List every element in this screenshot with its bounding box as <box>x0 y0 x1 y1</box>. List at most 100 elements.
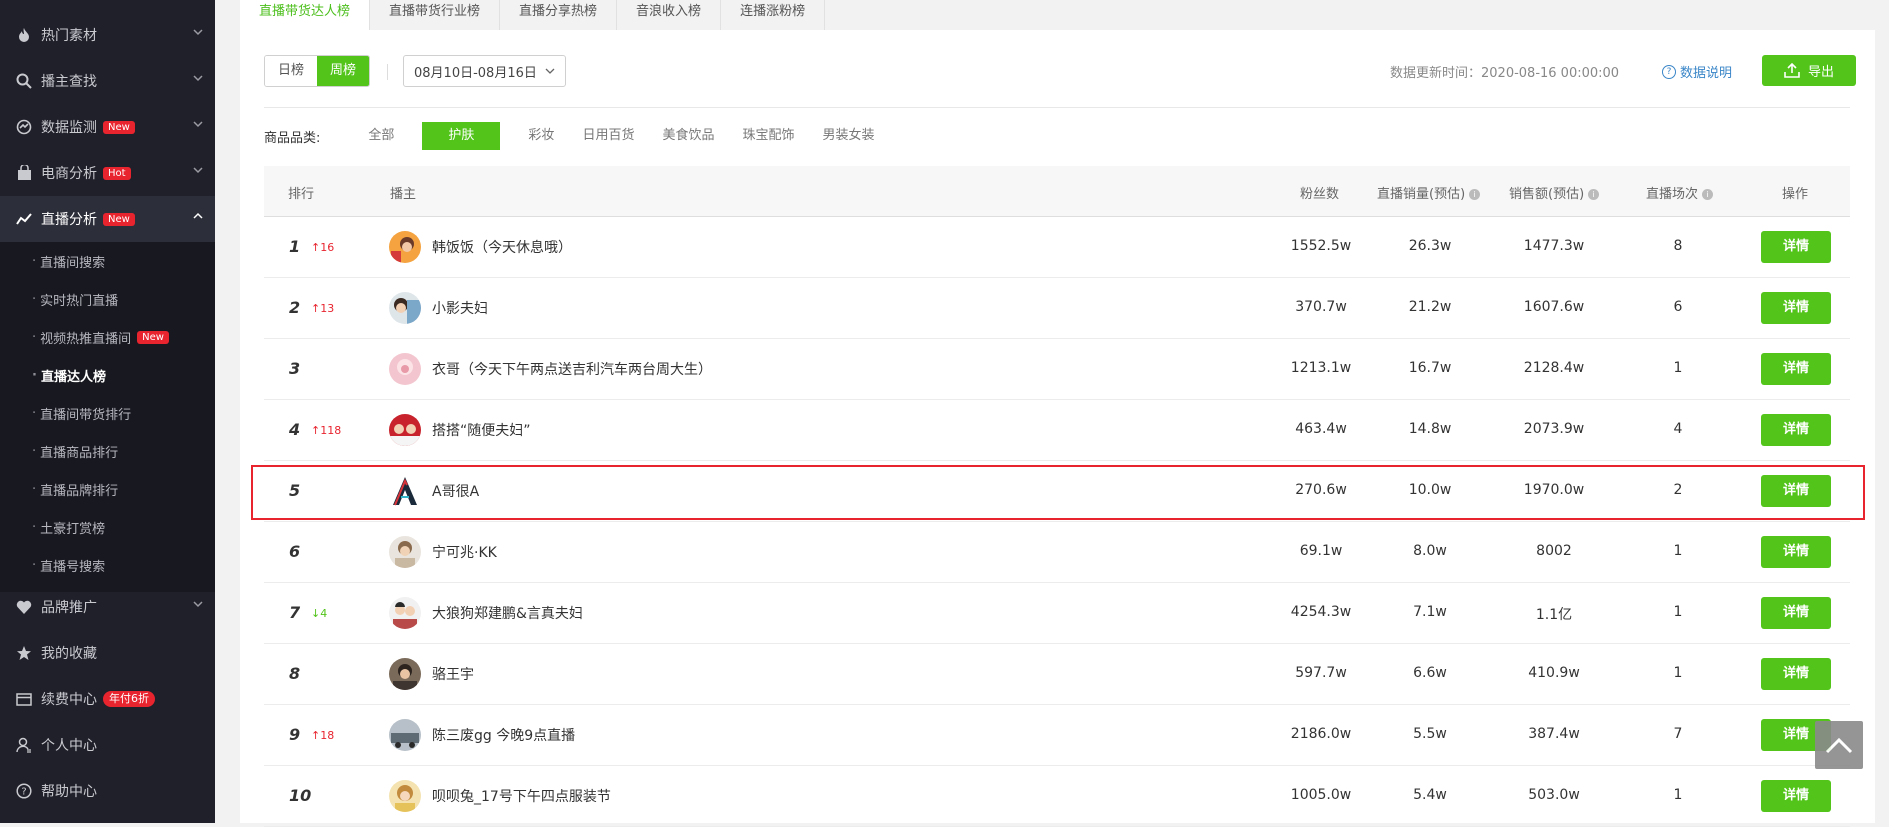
detail-button[interactable]: 详情 <box>1761 597 1831 629</box>
header-action: 操作 <box>1782 187 1809 202</box>
anchor-name[interactable]: 骆王宇 <box>432 664 474 684</box>
avatar[interactable] <box>389 414 421 446</box>
chevron-down-icon <box>545 68 555 74</box>
tab-fan-growth[interactable]: 连播涨粉榜 <box>721 0 826 30</box>
sidebar-item-hot-material[interactable]: 热门素材 <box>0 12 215 58</box>
avatar[interactable] <box>389 719 421 751</box>
category-jewelry[interactable]: 珠宝配饰 <box>728 122 808 150</box>
tab-live-goods-talent[interactable]: 直播带货达人榜 <box>240 0 371 30</box>
anchor-name[interactable]: 呗呗兔_17号下午四点服装节 <box>432 786 611 806</box>
sidebar-item-my-favorites[interactable]: 我的收藏 <box>0 630 215 676</box>
sales-revenue: 8002 <box>1536 543 1572 559</box>
avatar[interactable] <box>389 475 421 507</box>
sales-revenue: 1970.0w <box>1523 482 1585 498</box>
anchor-name[interactable]: 陈三废gg 今晚9点直播 <box>432 725 575 745</box>
avatar[interactable] <box>389 658 421 690</box>
svg-text:?: ? <box>21 787 26 798</box>
avatar[interactable] <box>389 780 421 812</box>
info-icon[interactable]: i <box>1702 189 1714 200</box>
tab-live-goods-industry[interactable]: 直播带货行业榜 <box>370 0 501 30</box>
detail-button[interactable]: 详情 <box>1761 475 1831 507</box>
anchor-name[interactable]: 韩饭饭（今天休息哦） <box>432 237 572 257</box>
anchor-name[interactable]: 大狼狗郑建鹏&言真夫妇 <box>432 603 583 623</box>
detail-button[interactable]: 详情 <box>1761 231 1831 263</box>
anchor-name[interactable]: 宁可兆·KK <box>432 542 497 562</box>
sidebar-item-personal-center[interactable]: 个人中心 <box>0 722 215 768</box>
talent-rank-table: 排行 播主 粉丝数 直播销量(预估) i 销售额(预估) i 直播场次 i 操作 1 … <box>264 166 1850 827</box>
sidebar-item-brand-promotion[interactable]: 品牌推广 <box>0 584 215 630</box>
header-revenue[interactable]: 销售额(预估) i <box>1509 183 1600 202</box>
sub-item-tipping-rank[interactable]: 土豪打赏榜 <box>0 508 215 546</box>
chevron-down-icon <box>193 75 203 82</box>
detail-button[interactable]: 详情 <box>1761 414 1831 446</box>
sub-item-live-room-search[interactable]: 直播间搜索 <box>0 242 215 280</box>
anchor-name[interactable]: 小影夫妇 <box>432 298 488 318</box>
rank-change: ↑18 <box>311 729 335 742</box>
category-makeup[interactable]: 彩妆 <box>514 122 568 150</box>
avatar[interactable] <box>389 353 421 385</box>
anchor-name[interactable]: A哥很A <box>432 481 479 501</box>
detail-button[interactable]: 详情 <box>1761 536 1831 568</box>
avatar[interactable] <box>389 536 421 568</box>
live-sessions: 7 <box>1673 726 1683 742</box>
sidebar-item-data-monitor[interactable]: 数据监测 New <box>0 104 215 150</box>
header-sales[interactable]: 直播销量(预估) i <box>1377 183 1481 202</box>
date-range-picker[interactable]: 08月10日-08月16日 <box>403 55 566 87</box>
info-icon[interactable]: i <box>1469 189 1481 200</box>
card-icon <box>15 690 33 708</box>
trend-icon <box>15 210 33 228</box>
data-note-link[interactable]: ? 数据说明 <box>1662 62 1732 81</box>
sub-item-live-room-goods-rank[interactable]: 直播间带货排行 <box>0 394 215 432</box>
discount-badge: 年付6折 <box>103 691 155 707</box>
info-icon[interactable]: i <box>1588 189 1600 200</box>
header-sessions[interactable]: 直播场次 i <box>1646 183 1714 202</box>
sales-volume: 6.6w <box>1413 665 1447 681</box>
category-daily-goods[interactable]: 日用百货 <box>568 122 648 150</box>
detail-button[interactable]: 详情 <box>1761 353 1831 385</box>
star-icon <box>15 644 33 662</box>
sub-item-live-account-search[interactable]: 直播号搜索 <box>0 546 215 584</box>
category-food-drink[interactable]: 美食饮品 <box>648 122 728 150</box>
fire-icon <box>15 26 33 44</box>
sub-item-video-hot-live[interactable]: 视频热推直播间New <box>0 318 215 356</box>
avatar[interactable] <box>389 231 421 263</box>
avatar[interactable] <box>389 597 421 629</box>
detail-button[interactable]: 详情 <box>1761 780 1831 812</box>
sub-item-realtime-hot-live[interactable]: 实时热门直播 <box>0 280 215 318</box>
day-rank-button[interactable]: 日榜 <box>265 56 318 86</box>
tab-sound-wave-income[interactable]: 音浪收入榜 <box>617 0 722 30</box>
sidebar-item-help-center[interactable]: ? 帮助中心 <box>0 768 215 814</box>
sub-item-live-talent-rank[interactable]: 直播达人榜 <box>0 356 215 394</box>
fans-count: 1552.5w <box>1290 238 1352 254</box>
sub-item-live-brand-rank[interactable]: 直播品牌排行 <box>0 470 215 508</box>
table-row: 2 ↑13 小影夫妇 370.7w 21.2w 1607.6w 6 详情 <box>264 278 1850 339</box>
table-row: 8 骆王宇 597.7w 6.6w 410.9w 1 详情 <box>264 644 1850 705</box>
category-clothing[interactable]: 男装女装 <box>808 122 888 150</box>
sidebar-item-ecommerce[interactable]: 电商分析 Hot <box>0 150 215 196</box>
rank-number: 6 <box>289 542 301 561</box>
upload-icon <box>1784 63 1800 78</box>
detail-button[interactable]: 详情 <box>1761 658 1831 690</box>
sales-volume: 7.1w <box>1413 604 1447 620</box>
anchor-name[interactable]: 衣哥（今天下午两点送吉利汽车两台周大生） <box>432 359 712 379</box>
category-all[interactable]: 全部 <box>354 122 408 150</box>
chevron-down-icon <box>193 121 203 128</box>
sales-volume: 10.0w <box>1408 482 1452 498</box>
avatar[interactable] <box>389 292 421 324</box>
detail-button[interactable]: 详情 <box>1761 292 1831 324</box>
sidebar-item-anchor-search[interactable]: 播主查找 <box>0 58 215 104</box>
tab-live-share-hot[interactable]: 直播分享热榜 <box>500 0 618 30</box>
sub-item-live-product-rank[interactable]: 直播商品排行 <box>0 432 215 470</box>
header-fans[interactable]: 粉丝数 <box>1300 183 1339 202</box>
sales-revenue: 410.9w <box>1528 665 1580 681</box>
export-button[interactable]: 导出 <box>1762 55 1856 86</box>
sidebar-item-live-analysis[interactable]: 直播分析 New <box>0 196 215 242</box>
week-rank-button[interactable]: 周榜 <box>317 56 370 86</box>
category-skincare[interactable]: 护肤 <box>422 122 501 150</box>
sidebar-item-renewal-center[interactable]: 续费中心 年付6折 <box>0 676 215 722</box>
table-row: 5 A哥很A 270.6w 10.0w 1970.0w 2 详情 <box>264 461 1850 522</box>
live-sessions: 1 <box>1673 665 1683 681</box>
back-to-top-button[interactable] <box>1815 721 1863 769</box>
sales-volume: 16.7w <box>1408 360 1452 376</box>
anchor-name[interactable]: 搭搭“随便夫妇” <box>432 420 531 440</box>
